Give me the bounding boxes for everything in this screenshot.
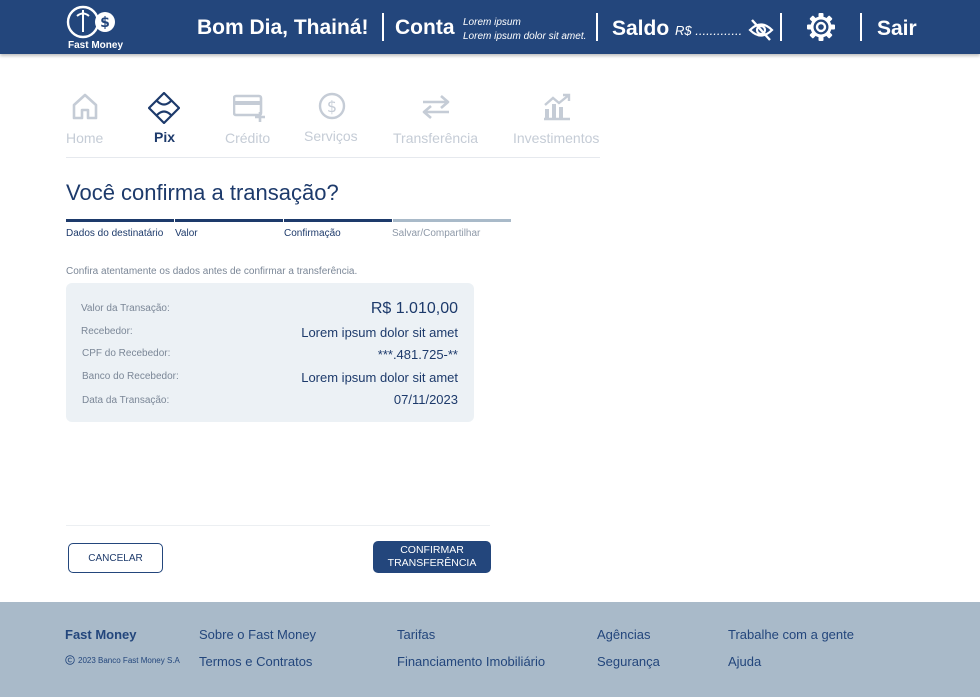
logo-text: Fast Money: [68, 40, 124, 51]
confirm-transfer-button[interactable]: CONFIRMAR TRANSFERÊNCIA: [373, 541, 491, 573]
credit-card-icon: [232, 94, 267, 127]
step-bar-pending: [393, 219, 511, 222]
detail-label: Banco do Recebedor:: [82, 371, 179, 382]
header-divider: [382, 13, 384, 41]
nav-label: Pix: [154, 129, 176, 145]
transaction-summary-card: Valor da Transação: R$ 1.010,00 Recebedo…: [66, 283, 474, 422]
footer-link-help[interactable]: Ajuda: [728, 654, 761, 669]
confirm-button-label: CONFIRMAR TRANSFERÊNCIA: [388, 544, 477, 570]
gear-icon[interactable]: [806, 12, 836, 47]
footer-link-terms[interactable]: Termos e Contratos: [199, 654, 312, 669]
recipient-cpf: ***.481.725-**: [377, 347, 458, 362]
pix-icon: [147, 91, 181, 127]
step-label-save-share: Salvar/Compartilhar: [392, 228, 481, 239]
greeting: Bom Dia, Thainá!: [197, 16, 369, 39]
dollar-circle-icon: $: [318, 92, 346, 123]
footer-brand: Fast Money: [65, 627, 137, 642]
chart-growth-icon: [542, 93, 572, 124]
balance-value: R$ .............: [675, 23, 743, 38]
nav-item-investimentos[interactable]: Investimentos: [513, 92, 603, 146]
detail-label: Data da Transação:: [82, 395, 170, 406]
actions-divider: [66, 525, 490, 526]
recipient-name: Lorem ipsum dolor sit amet: [301, 325, 458, 340]
step-bar-complete: [175, 219, 283, 222]
home-icon: [71, 92, 99, 123]
step-label-recipient: Dados do destinatário: [66, 228, 164, 239]
top-header: $ Fast Money Bom Dia, Thainá! Conta Lore…: [0, 0, 980, 54]
nav-label: Home: [66, 130, 104, 146]
confirm-label-line1: CONFIRMAR: [400, 544, 464, 556]
nav-item-home[interactable]: Home: [66, 92, 104, 146]
account-info-line2: Lorem ipsum dolor sit amet.: [463, 31, 587, 42]
nav-item-credito[interactable]: Crédito: [225, 94, 273, 146]
detail-label: Valor da Transação:: [81, 303, 170, 314]
step-bar-current: [284, 219, 392, 222]
site-footer: Fast Money 2023 Banco Fast Money S.A Sob…: [0, 602, 980, 697]
header-divider: [860, 13, 862, 41]
balance-label: Saldo: [612, 17, 670, 40]
transaction-amount: R$ 1.010,00: [370, 300, 458, 317]
nav-label: Serviços: [304, 128, 358, 144]
nav-item-pix[interactable]: Pix: [147, 91, 182, 146]
footer-link-careers[interactable]: Trabalhe com a gente: [728, 627, 854, 642]
transaction-date: 07/11/2023: [393, 392, 458, 407]
step-label-amount: Valor: [175, 228, 198, 239]
logout-button[interactable]: Sair: [877, 17, 917, 41]
footer-link-security[interactable]: Segurança: [597, 654, 660, 669]
footer-link-about[interactable]: Sobre o Fast Money: [199, 627, 316, 642]
transfer-arrows-icon: [421, 94, 451, 123]
nav-item-servicos[interactable]: $ Serviços: [304, 92, 360, 146]
copyright-text: 2023 Banco Fast Money S.A: [78, 655, 180, 665]
nav-divider: [66, 157, 600, 158]
account-label[interactable]: Conta: [395, 16, 455, 40]
nav-label: Transferência: [393, 130, 479, 146]
step-label-confirmation: Confirmação: [284, 228, 341, 239]
step-bar-complete: [66, 219, 174, 222]
footer-copyright: 2023 Banco Fast Money S.A: [65, 655, 180, 665]
nav-label: Investimentos: [513, 130, 600, 146]
svg-text:$: $: [100, 15, 110, 31]
nav-label: Crédito: [225, 130, 271, 146]
instructions-text: Confira atentamente os dados antes de co…: [66, 266, 358, 277]
header-divider: [780, 13, 782, 41]
nav-item-transferencia[interactable]: Transferência: [393, 92, 481, 146]
logo-icon: $: [66, 5, 115, 39]
detail-label: CPF do Recebedor:: [82, 348, 171, 359]
brand-logo[interactable]: $ Fast Money: [64, 5, 124, 51]
confirm-label-line2: TRANSFERÊNCIA: [387, 557, 477, 569]
eye-off-icon[interactable]: [748, 18, 774, 47]
footer-link-branches[interactable]: Agências: [597, 627, 650, 642]
cancel-button[interactable]: CANCELAR: [68, 543, 163, 573]
copyright-icon: [65, 655, 75, 665]
svg-text:$: $: [327, 97, 337, 116]
footer-link-mortgage[interactable]: Financiamento Imobiliário: [397, 654, 545, 669]
header-divider: [596, 13, 598, 41]
footer-link-fees[interactable]: Tarifas: [397, 627, 435, 642]
account-info-line1: Lorem ipsum: [463, 17, 521, 28]
page-title: Você confirma a transação?: [66, 180, 339, 205]
detail-label: Recebedor:: [81, 326, 133, 337]
recipient-bank: Lorem ipsum dolor sit amet: [301, 370, 458, 385]
